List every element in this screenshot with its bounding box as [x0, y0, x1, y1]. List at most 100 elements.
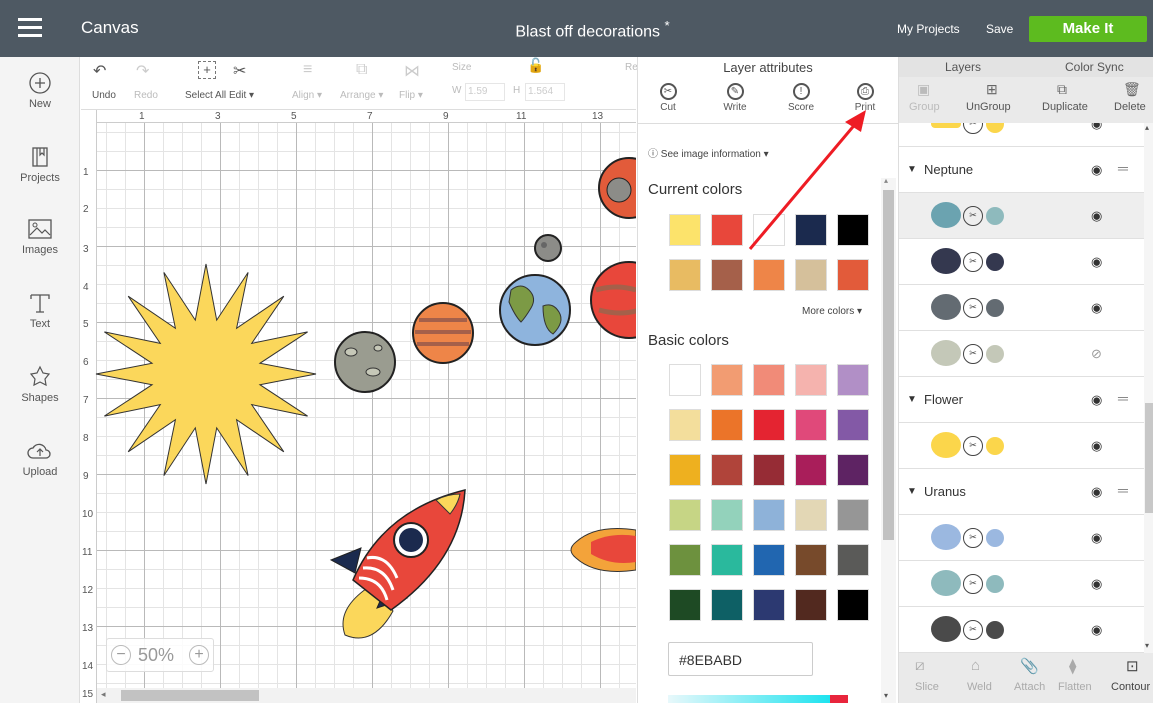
scroll-down-icon[interactable]: ▾: [1145, 641, 1149, 650]
zoom-out-button[interactable]: −: [111, 645, 131, 665]
collapse-icon[interactable]: ▼: [907, 164, 917, 175]
basic-color-swatch[interactable]: [669, 589, 701, 621]
duplicate-button[interactable]: Duplicate: [1042, 101, 1088, 113]
select-all-button[interactable]: Select All: [185, 90, 226, 101]
delete-button[interactable]: Delete: [1114, 101, 1146, 113]
basic-color-swatch[interactable]: [837, 589, 869, 621]
current-color-swatch[interactable]: [753, 259, 785, 291]
height-input[interactable]: 1.564: [525, 83, 565, 101]
scissors-icon[interactable]: ✂: [963, 252, 983, 272]
scissors-icon[interactable]: ✂: [963, 620, 983, 640]
hex-color-input[interactable]: #8EBABD: [668, 642, 813, 676]
planet-gray[interactable]: [334, 331, 396, 393]
color-gradient-slider[interactable]: [668, 695, 848, 703]
scissors-icon[interactable]: ✂: [963, 206, 983, 226]
current-color-swatch[interactable]: [837, 259, 869, 291]
width-input[interactable]: 1.59: [465, 83, 505, 101]
contour-button[interactable]: Contour: [1111, 681, 1150, 693]
nav-projects[interactable]: Projects: [0, 145, 80, 184]
layer-color-swatch[interactable]: [986, 299, 1004, 317]
basic-color-swatch[interactable]: [837, 409, 869, 441]
scrollbar-thumb[interactable]: [1145, 403, 1153, 513]
basic-color-swatch[interactable]: [837, 364, 869, 396]
scroll-left-icon[interactable]: ◂: [101, 689, 106, 700]
layer-row[interactable]: ✂ ◉: [899, 123, 1144, 147]
layers-scrollbar[interactable]: ▴ ▾: [1144, 123, 1153, 653]
cut-button[interactable]: ✂ Cut: [644, 83, 692, 113]
basic-color-swatch[interactable]: [837, 544, 869, 576]
print-button[interactable]: ⎙ Print: [841, 83, 889, 113]
drag-handle-icon[interactable]: ═: [1118, 482, 1128, 498]
nav-images[interactable]: Images: [0, 217, 80, 256]
write-button[interactable]: ✎ Write: [711, 83, 759, 113]
current-color-swatch[interactable]: [711, 259, 743, 291]
nav-text[interactable]: Text: [0, 291, 80, 330]
panel-scrollbar[interactable]: ▴ ▾: [881, 176, 896, 703]
basic-color-swatch[interactable]: [669, 364, 701, 396]
rocket-shape[interactable]: [329, 489, 466, 639]
nav-new[interactable]: New: [0, 71, 80, 110]
basic-color-swatch[interactable]: [753, 589, 785, 621]
eye-icon[interactable]: ◉: [1091, 208, 1102, 224]
basic-color-swatch[interactable]: [711, 499, 743, 531]
planet-orange[interactable]: [412, 302, 474, 364]
current-color-swatch[interactable]: [795, 259, 827, 291]
current-color-swatch[interactable]: [669, 214, 701, 246]
layer-row[interactable]: ✂ ◉: [899, 515, 1144, 561]
basic-color-swatch[interactable]: [711, 454, 743, 486]
save-button[interactable]: Save: [986, 22, 1013, 36]
basic-color-swatch[interactable]: [669, 499, 701, 531]
layer-group-row[interactable]: ▼ Flower ◉ ═: [899, 377, 1144, 423]
scrollbar-thumb[interactable]: [883, 190, 894, 540]
layer-row[interactable]: ✂ ⊘: [899, 331, 1144, 377]
scissors-icon[interactable]: ✂: [963, 528, 983, 548]
see-image-information-link[interactable]: ⓘ See image information ▾: [648, 145, 769, 160]
basic-color-swatch[interactable]: [669, 454, 701, 486]
basic-color-swatch[interactable]: [711, 589, 743, 621]
layer-color-swatch[interactable]: [986, 207, 1004, 225]
eye-hidden-icon[interactable]: ⊘: [1091, 346, 1102, 362]
my-projects-link[interactable]: My Projects: [897, 22, 960, 36]
horizontal-scrollbar[interactable]: ◂: [97, 688, 636, 703]
basic-color-swatch[interactable]: [795, 454, 827, 486]
menu-icon[interactable]: [18, 18, 42, 38]
eye-icon[interactable]: ◉: [1091, 392, 1102, 408]
sun-shape[interactable]: [95, 263, 317, 485]
planet-red-top[interactable]: [598, 157, 636, 219]
nav-upload[interactable]: Upload: [0, 439, 80, 478]
scissors-icon[interactable]: ✂: [963, 123, 983, 134]
layer-color-swatch[interactable]: [986, 253, 1004, 271]
planet-red[interactable]: [590, 261, 636, 339]
scissors-icon[interactable]: ✂: [963, 298, 983, 318]
eye-icon[interactable]: ◉: [1091, 300, 1102, 316]
basic-color-swatch[interactable]: [795, 544, 827, 576]
basic-color-swatch[interactable]: [753, 364, 785, 396]
ungroup-icon[interactable]: ⊞: [986, 81, 998, 98]
edit-button[interactable]: Edit ▾: [229, 90, 254, 101]
basic-color-swatch[interactable]: [795, 409, 827, 441]
delete-icon[interactable]: 🗑: [1123, 81, 1141, 98]
scissors-icon[interactable]: ✂: [963, 436, 983, 456]
basic-color-swatch[interactable]: [837, 499, 869, 531]
planet-earth[interactable]: [499, 274, 571, 346]
layer-color-swatch[interactable]: [986, 437, 1004, 455]
layer-group-row[interactable]: ▼ Uranus ◉ ═: [899, 469, 1144, 515]
basic-color-swatch[interactable]: [795, 589, 827, 621]
scroll-down-icon[interactable]: ▾: [884, 691, 888, 700]
basic-color-swatch[interactable]: [711, 409, 743, 441]
basic-color-swatch[interactable]: [837, 454, 869, 486]
layer-row[interactable]: ✂ ◉: [899, 561, 1144, 607]
collapse-icon[interactable]: ▼: [907, 486, 917, 497]
eye-icon[interactable]: ◉: [1091, 438, 1102, 454]
basic-color-swatch[interactable]: [753, 409, 785, 441]
layer-color-swatch[interactable]: [986, 123, 1004, 133]
scroll-up-icon[interactable]: ▴: [884, 176, 888, 185]
undo-icon[interactable]: ↶: [93, 61, 106, 81]
current-color-swatch[interactable]: [753, 214, 785, 246]
basic-color-swatch[interactable]: [795, 499, 827, 531]
edit-icon[interactable]: ✂: [233, 61, 246, 81]
zoom-in-button[interactable]: +: [189, 645, 209, 665]
layer-row[interactable]: ✂ ◉: [899, 285, 1144, 331]
layer-row[interactable]: ✂ ◉: [899, 239, 1144, 285]
basic-color-swatch[interactable]: [753, 454, 785, 486]
